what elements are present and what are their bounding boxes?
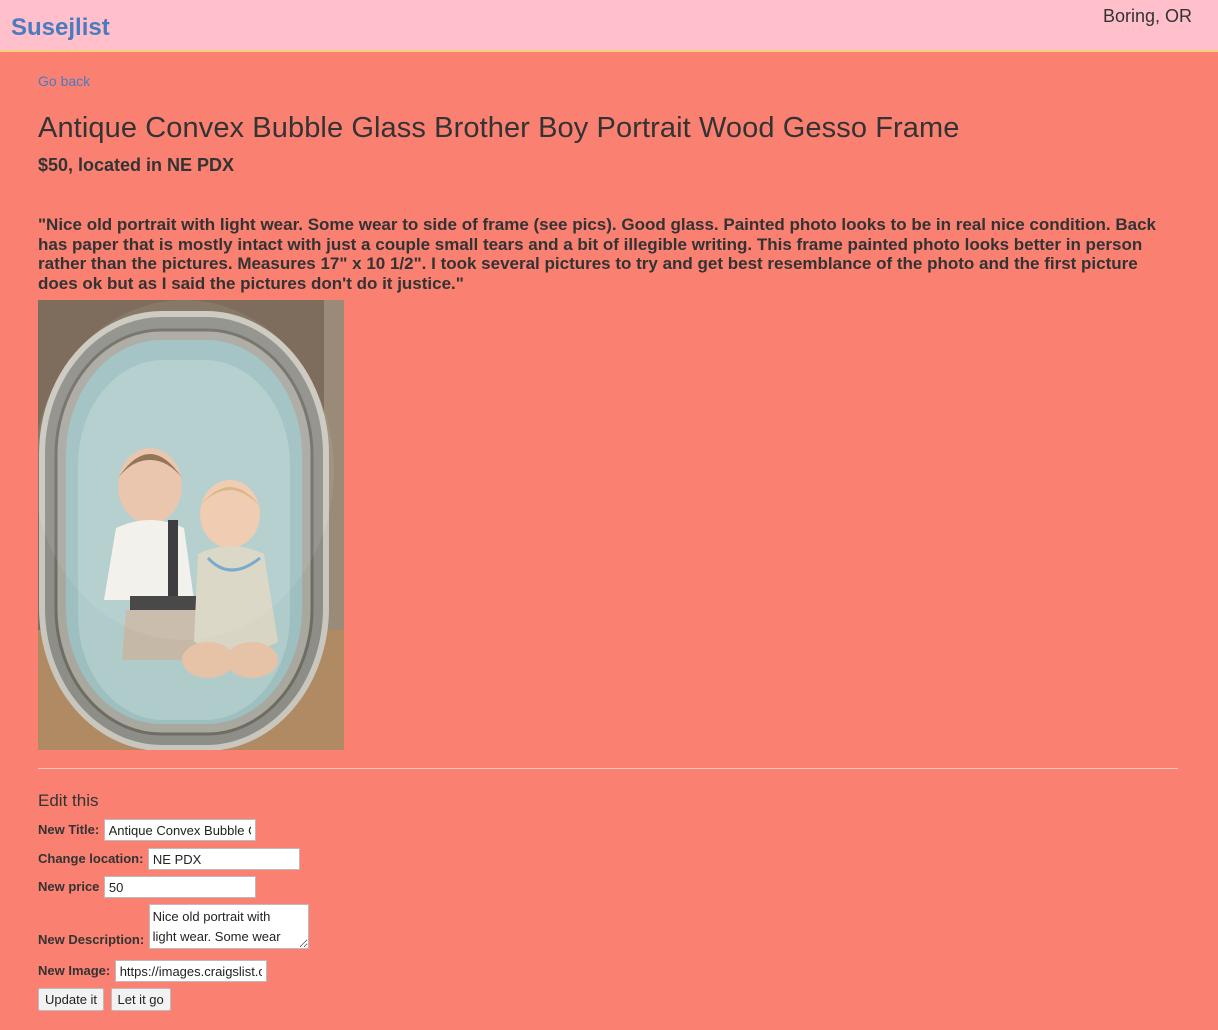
update-button[interactable]: Update it <box>38 988 105 1011</box>
current-location: Boring, OR <box>1102 6 1192 26</box>
divider <box>38 768 1178 769</box>
listing-price-location: $50, located in NE PDX <box>38 155 235 175</box>
description-row: New Description: Nice old portrait with … <box>38 904 309 949</box>
listing-photo <box>38 300 344 750</box>
price-row: New price <box>38 876 256 898</box>
image-row: New Image: <box>38 960 267 982</box>
brand-logo[interactable]: Susejlist <box>11 14 110 42</box>
title-row: New Title: <box>38 819 256 841</box>
image-label: New Image: <box>38 963 111 979</box>
location-row: Change location: <box>38 848 300 870</box>
edit-heading: Edit this <box>38 791 99 810</box>
listing-description: "Nice old portrait with light wear. Some… <box>38 215 1156 293</box>
portrait-frame-image <box>38 300 344 750</box>
title-input[interactable] <box>103 819 256 841</box>
listing-title: Antique Convex Bubble Glass Brother Boy … <box>38 112 960 144</box>
delete-button[interactable]: Let it go <box>110 988 171 1011</box>
location-label: Change location: <box>38 851 144 867</box>
top-bar: Susejlist Boring, OR <box>0 0 1218 52</box>
actions-row: Update it Let it go <box>38 988 173 1011</box>
location-input[interactable] <box>147 848 300 870</box>
title-label: New Title: <box>38 822 100 838</box>
image-url-input[interactable] <box>114 960 267 982</box>
go-back-link[interactable]: Go back <box>38 73 90 89</box>
price-input[interactable] <box>103 876 256 898</box>
description-label: New Description: <box>38 932 145 947</box>
price-label: New price <box>38 879 100 895</box>
description-textarea[interactable]: Nice old portrait with light wear. Some … <box>148 904 309 949</box>
